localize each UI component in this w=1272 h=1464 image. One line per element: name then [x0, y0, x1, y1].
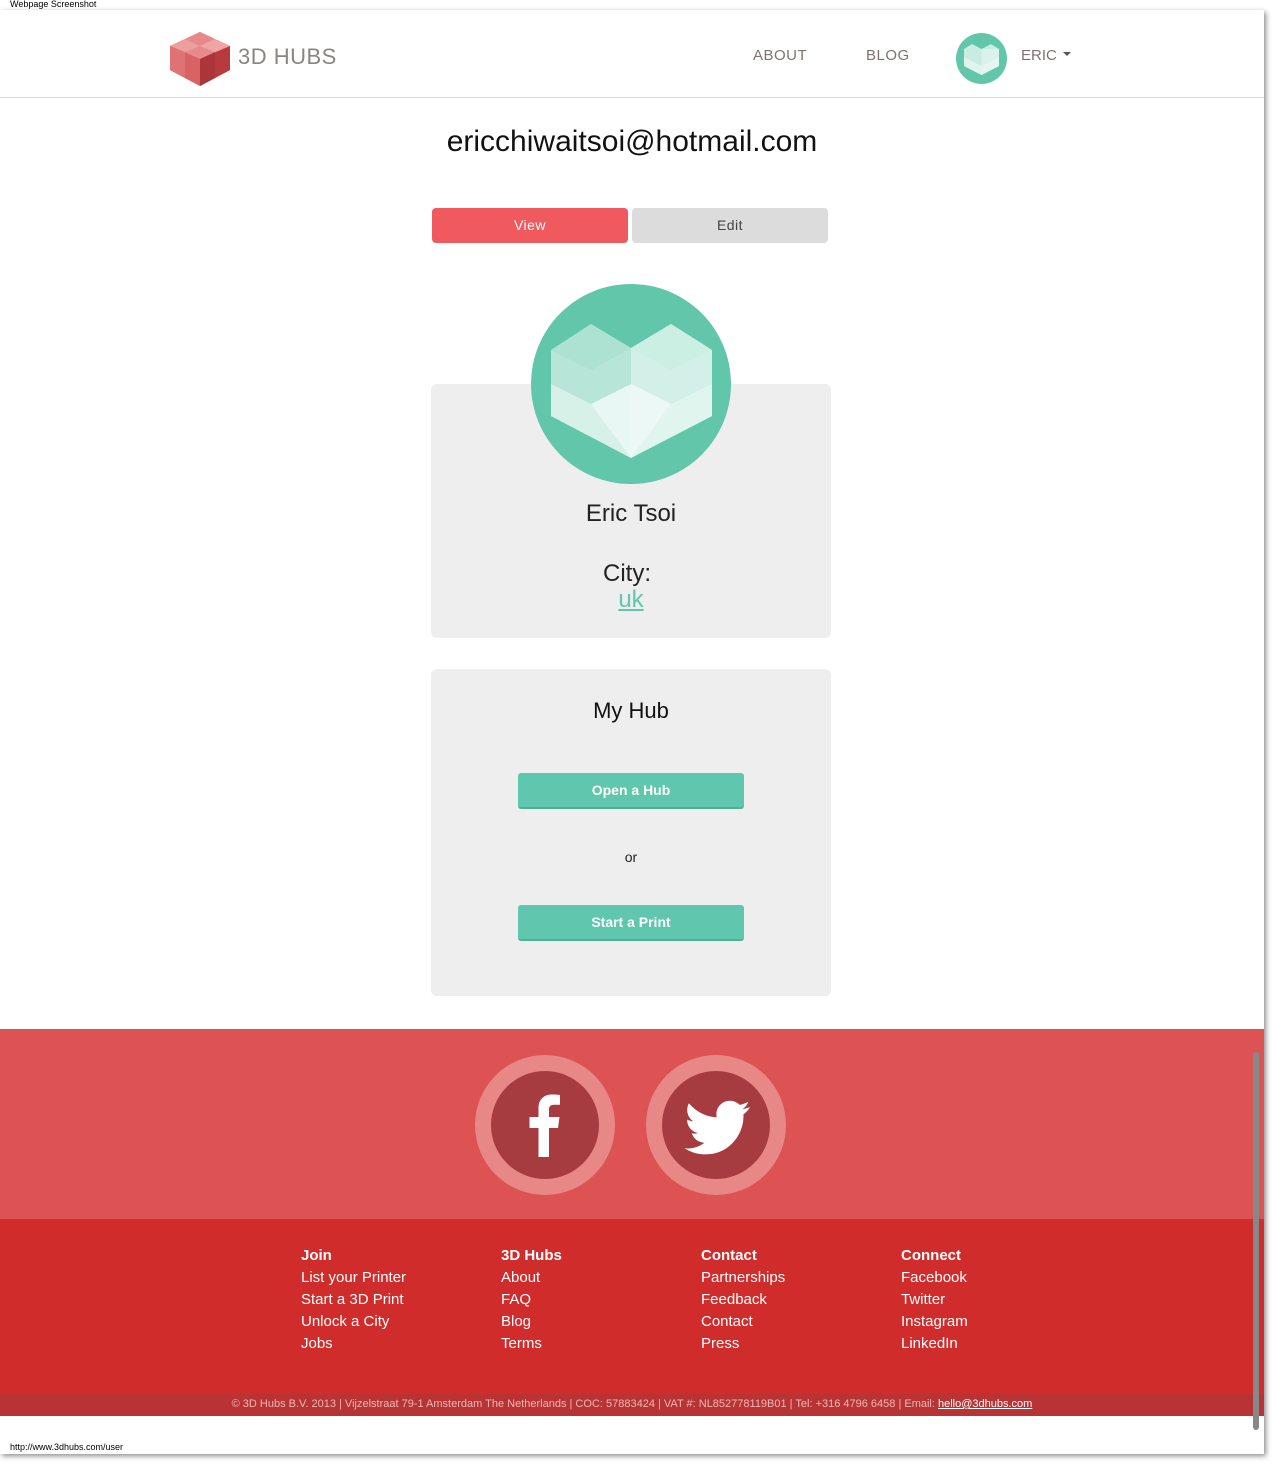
brand-name[interactable]: 3D HUBS — [238, 44, 337, 70]
footer-social-band — [0, 1029, 1264, 1219]
footer-link[interactable]: About — [501, 1267, 562, 1289]
start-print-button[interactable]: Start a Print — [518, 905, 744, 941]
footer-link[interactable]: Feedback — [701, 1289, 785, 1311]
twitter-button[interactable] — [646, 1055, 786, 1195]
footer-email-link[interactable]: hello@3dhubs.com — [938, 1398, 1032, 1410]
scrollbar-thumb[interactable] — [1253, 1052, 1259, 1430]
nav-about-link[interactable]: ABOUT — [753, 47, 807, 64]
footer-column-3dhubs: 3D Hubs About FAQ Blog Terms — [501, 1245, 562, 1355]
browser-viewport: 3D HUBS ABOUT BLOG ERIC ericchiwaitsoi@h… — [0, 10, 1264, 1454]
twitter-icon — [662, 1071, 770, 1179]
facebook-button[interactable] — [475, 1055, 615, 1195]
screenshot-caption: Webpage Screenshot — [10, 0, 97, 9]
user-avatar[interactable] — [956, 33, 1007, 84]
footer-column-join: Join List your Printer Start a 3D Print … — [301, 1245, 406, 1355]
footer-link[interactable]: Jobs — [301, 1333, 406, 1355]
footer-column-contact: Contact Partnerships Feedback Contact Pr… — [701, 1245, 785, 1355]
footer-heading: 3D Hubs — [501, 1247, 562, 1264]
page-title-email: ericchiwaitsoi@hotmail.com — [446, 125, 818, 158]
heart-hex-icon — [964, 44, 999, 75]
profile-avatar — [531, 284, 731, 484]
footer-link[interactable]: Unlock a City — [301, 1311, 406, 1333]
footer-links-band — [0, 1219, 1264, 1394]
footer-heading: Join — [301, 1247, 332, 1264]
footer-heading: Contact — [701, 1247, 757, 1264]
footer-link[interactable]: FAQ — [501, 1289, 562, 1311]
facebook-icon — [491, 1071, 599, 1179]
legal-bar: © 3D Hubs B.V. 2013 | Vijzelstraat 79-1 … — [0, 1394, 1264, 1416]
footer-link[interactable]: Start a 3D Print — [301, 1289, 406, 1311]
status-bar-url: http://www.3dhubs.com/user — [10, 1442, 124, 1452]
footer-link[interactable]: Terms — [501, 1333, 562, 1355]
user-menu-dropdown[interactable]: ERIC — [1021, 47, 1071, 64]
footer-link[interactable]: List your Printer — [301, 1267, 406, 1289]
footer-link[interactable]: Contact — [701, 1311, 785, 1333]
footer-column-connect: Connect Facebook Twitter Instagram Linke… — [901, 1245, 968, 1355]
footer-link[interactable]: Twitter — [901, 1289, 968, 1311]
3d-hubs-logo-icon[interactable] — [170, 32, 230, 86]
footer-link[interactable]: Facebook — [901, 1267, 968, 1289]
footer-link[interactable]: Blog — [501, 1311, 562, 1333]
tab-edit[interactable]: Edit — [632, 208, 828, 243]
tab-view[interactable]: View — [432, 208, 628, 243]
footer-link[interactable]: LinkedIn — [901, 1333, 968, 1355]
footer-link[interactable]: Instagram — [901, 1311, 968, 1333]
footer-link[interactable]: Partnerships — [701, 1267, 785, 1289]
heart-hex-icon — [551, 324, 712, 458]
my-hub-title: My Hub — [593, 698, 669, 723]
site-header: 3D HUBS ABOUT BLOG ERIC — [0, 10, 1264, 98]
or-separator: or — [624, 849, 638, 865]
legal-text: © 3D Hubs B.V. 2013 | Vijzelstraat 79-1 … — [231, 1398, 938, 1410]
open-hub-button[interactable]: Open a Hub — [518, 773, 744, 809]
user-menu-label: ERIC — [1021, 47, 1057, 64]
footer-link[interactable]: Press — [701, 1333, 785, 1355]
nav-blog-link[interactable]: BLOG — [866, 47, 910, 64]
footer-heading: Connect — [901, 1247, 961, 1264]
caret-down-icon — [1062, 52, 1071, 57]
screenshot: { "caption": "Webpage Screenshot", "stat… — [0, 0, 1272, 1464]
profile-name: Eric Tsoi — [585, 500, 677, 527]
city-link[interactable]: uk — [431, 586, 831, 614]
city-label: City: — [603, 560, 651, 587]
